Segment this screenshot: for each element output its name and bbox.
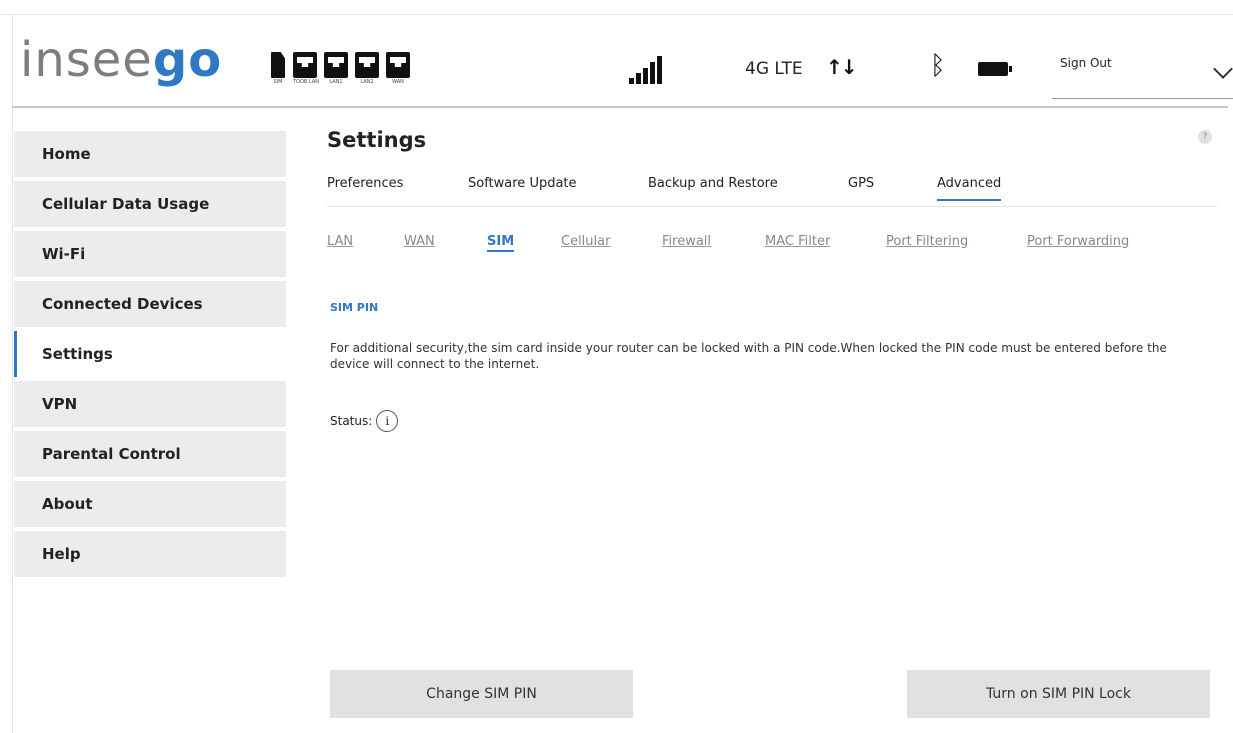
port-caption: WAN bbox=[392, 79, 404, 85]
tab-gps[interactable]: GPS bbox=[848, 176, 874, 199]
sim-pin-section-label: SIM PIN bbox=[330, 301, 379, 314]
sim-pin-description: For additional security,the sim card ins… bbox=[330, 341, 1167, 371]
sidebar-item-vpn[interactable]: VPN bbox=[14, 381, 286, 427]
inseego-logo: inseego bbox=[20, 32, 223, 88]
subtab-wan[interactable]: WAN bbox=[404, 234, 435, 249]
data-transfer-icon: ↑↓ bbox=[826, 55, 857, 79]
change-sim-pin-button[interactable]: Change SIM PIN bbox=[330, 670, 633, 718]
signout-dropdown[interactable]: Sign Out bbox=[1052, 40, 1233, 99]
battery-icon bbox=[978, 62, 1012, 76]
frame-left-border bbox=[12, 14, 13, 733]
port-caption: TOOB LAN bbox=[293, 79, 320, 85]
sim-card-icon: SIM bbox=[271, 52, 285, 85]
sidebar-item-home[interactable]: Home bbox=[14, 131, 286, 177]
tab-software-update[interactable]: Software Update bbox=[468, 176, 577, 199]
status-label: Status: bbox=[330, 414, 373, 428]
tab-backup-and-restore[interactable]: Backup and Restore bbox=[648, 176, 778, 199]
sidebar-item-about[interactable]: About bbox=[14, 481, 286, 527]
sidebar-item-settings[interactable]: Settings bbox=[14, 331, 286, 377]
ethernet-port-icon: TOOB LAN bbox=[293, 52, 319, 85]
sidebar-item-wifi[interactable]: Wi-Fi bbox=[14, 231, 286, 277]
bluetooth-icon: ᛒ bbox=[930, 51, 946, 81]
ethernet-port-icon: LAN1 bbox=[324, 52, 348, 85]
info-icon[interactable]: i bbox=[376, 410, 399, 432]
help-icon[interactable]: ? bbox=[1198, 130, 1212, 144]
signout-label: Sign Out bbox=[1060, 56, 1112, 70]
frame-top-border bbox=[0, 14, 1233, 15]
subtab-port-forwarding[interactable]: Port Forwarding bbox=[1027, 234, 1129, 249]
turn-on-sim-pin-lock-button[interactable]: Turn on SIM PIN Lock bbox=[907, 670, 1210, 718]
subtab-port-filtering[interactable]: Port Filtering bbox=[886, 234, 968, 249]
settings-tabs: Preferences Software Update Backup and R… bbox=[327, 176, 1217, 207]
tab-advanced[interactable]: Advanced bbox=[937, 176, 1002, 201]
subtab-firewall[interactable]: Firewall bbox=[662, 234, 711, 249]
tab-preferences[interactable]: Preferences bbox=[327, 176, 403, 199]
ethernet-port-icon: WAN bbox=[386, 52, 410, 85]
network-type-label: 4G LTE bbox=[745, 59, 803, 79]
chevron-down-icon bbox=[1213, 59, 1233, 79]
port-caption: LAN1 bbox=[329, 79, 343, 85]
page-title: Settings bbox=[327, 128, 427, 152]
advanced-subtabs: LAN WAN SIM Cellular Firewall MAC Filter… bbox=[327, 234, 1217, 258]
subtab-lan[interactable]: LAN bbox=[327, 234, 353, 249]
header: inseego SIM TOOB LAN LAN1 LAN2 WAN 4G LT… bbox=[12, 18, 1233, 108]
sidebar-item-connected-devices[interactable]: Connected Devices bbox=[14, 281, 286, 327]
subtab-cellular[interactable]: Cellular bbox=[561, 234, 610, 249]
port-caption: LAN2 bbox=[360, 79, 374, 85]
sidebar-item-parental-control[interactable]: Parental Control bbox=[14, 431, 286, 477]
signal-strength-icon bbox=[629, 54, 669, 84]
sidebar-item-cellular-data-usage[interactable]: Cellular Data Usage bbox=[14, 181, 286, 227]
status-row: Status: i bbox=[330, 410, 399, 432]
port-caption: SIM bbox=[273, 79, 283, 85]
sidebar: Home Cellular Data Usage Wi-Fi Connected… bbox=[14, 131, 286, 581]
sidebar-item-help[interactable]: Help bbox=[14, 531, 286, 577]
ethernet-port-icon: LAN2 bbox=[355, 52, 379, 85]
subtab-mac-filter[interactable]: MAC Filter bbox=[765, 234, 830, 249]
subtab-sim[interactable]: SIM bbox=[487, 234, 515, 252]
